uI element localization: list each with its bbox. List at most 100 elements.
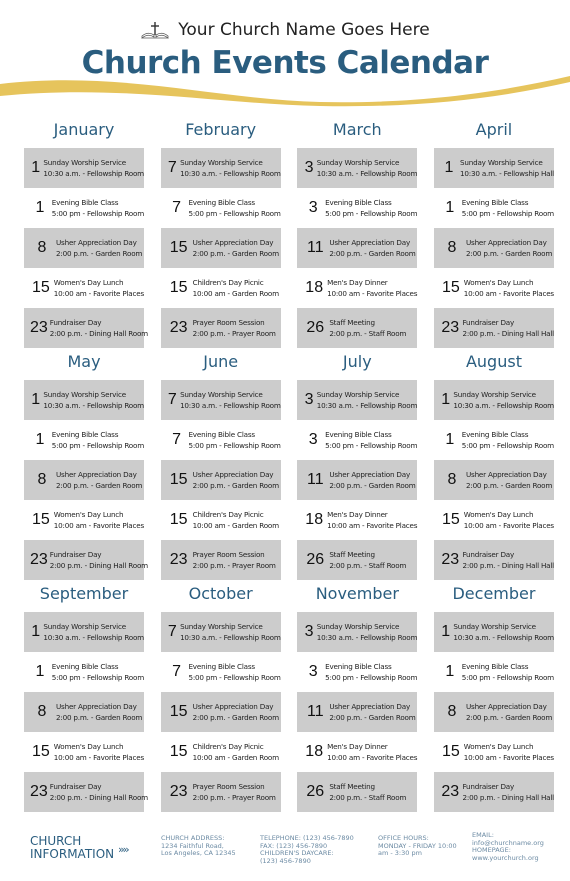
event-item: 1 Sunday Worship Service 10:30 a.m. - Fell… (24, 612, 144, 652)
event-day: 15 (169, 743, 188, 760)
event-text: Men's Day Dinner 10:00 am - Favorite Plac… (327, 741, 417, 763)
month-row: May 1 Sunday Worship Service 10:30 a.m. - F… (24, 342, 554, 580)
event-detail: 10:30 a.m. - Fellowship Room (316, 401, 418, 410)
event-title: Usher Appreciation Day (192, 238, 274, 247)
event-day: 15 (441, 279, 460, 296)
event-item: 1 Evening Bible Class 5:00 pm - Fellowship… (434, 420, 554, 460)
event-text: Evening Bible Class 5:00 pm - Fellowship … (325, 661, 417, 683)
event-title: Usher Appreciation Day (56, 238, 137, 247)
event-item: 7 Sunday Worship Service 10:30 a.m. - Fell… (160, 612, 281, 652)
event-text: Women's Day Lunch 10:00 am - Favorite Pla… (464, 277, 554, 299)
event-text: Fundraiser Day 2:00 p.m. - Dining Hall Ha… (462, 317, 554, 339)
event-title: Usher Appreciation Day (465, 702, 547, 711)
event-text: Fundraiser Day 2:00 p.m. - Dining Hall Ha… (462, 549, 554, 571)
event-text: Fundraiser Day 2:00 p.m. - Dining Hall Ro… (50, 317, 148, 339)
event-title: Women's Day Lunch (53, 278, 124, 287)
event-item: 8 Usher Appreciation Day 2:00 p.m. - Garde… (433, 460, 554, 500)
event-detail: 5:00 pm - Fellowship Room (188, 673, 281, 682)
event-day: 1 (445, 199, 455, 216)
homepage-link[interactable]: www.yourchurch.org (472, 854, 544, 863)
event-day: 7 (172, 663, 181, 680)
event-title: Women's Day Lunch (463, 742, 534, 751)
event-detail: 2:00 p.m. - Garden Room (56, 249, 143, 258)
daycare-phone: (123) 456-7890 (260, 856, 311, 865)
month-name: December (452, 583, 536, 603)
event-title: Usher Appreciation Day (56, 470, 137, 479)
event-title: Children's Day Picnic (192, 742, 264, 751)
event-detail: 10:30 a.m. - Fellowship Room (43, 633, 144, 642)
event-day: 8 (447, 471, 457, 488)
event-item: 1 Sunday Worship Service 10:30 a.m. - Fell… (24, 380, 144, 420)
event-title: Evening Bible Class (188, 430, 255, 439)
event-day: 26 (306, 319, 325, 336)
event-item: 15 Children's Day Picnic 10:00 am - Garden… (161, 500, 281, 540)
event-detail: 10:30 a.m. - Fellowship Room (316, 633, 418, 642)
bible-cross-icon (141, 22, 169, 39)
event-detail: 10:30 a.m. - Fellowship Room (43, 169, 144, 178)
event-item: 15 Women's Day Lunch 10:00 am - Favorite P… (434, 732, 554, 772)
event-title: Usher Appreciation Day (329, 470, 410, 479)
event-title: Sunday Worship Service (453, 622, 536, 631)
event-title: Evening Bible Class (325, 430, 392, 439)
event-item: 1 Sunday Worship Service 10:30 a.m. - Fell… (433, 380, 554, 420)
event-text: Usher Appreciation Day 2:00 p.m. - Garden… (466, 469, 552, 491)
event-day: 15 (169, 703, 188, 720)
event-day: 7 (167, 391, 177, 408)
event-detail: 10:00 am - Garden Room (192, 753, 279, 762)
event-item: 8 Usher Appreciation Day 2:00 p.m. - Garde… (24, 460, 144, 500)
event-text: Sunday Worship Service 10:30 a.m. - Fello… (43, 157, 144, 179)
event-detail: 5:00 pm - Fellowship Room (461, 441, 554, 450)
event-text: Evening Bible Class 5:00 pm - Fellowship … (325, 197, 417, 219)
event-title: Staff Meeting (329, 318, 375, 327)
event-day: 26 (306, 783, 325, 800)
event-title: Usher Appreciation Day (465, 238, 547, 247)
event-detail: 10:30 a.m. - Fellowship Room (180, 633, 281, 642)
event-text: Fundraiser Day 2:00 p.m. - Dining Hall Ha… (462, 781, 554, 803)
event-title: Women's Day Lunch (53, 742, 124, 751)
event-detail: 5:00 pm - Fellowship Room (461, 209, 554, 218)
month-name: February (185, 119, 257, 139)
event-item: 1 Sunday Worship Service 10:30 a.m. - Fell… (433, 148, 554, 188)
event-detail: 2:00 p.m. - Prayer Room (192, 329, 276, 338)
event-day: 23 (169, 783, 188, 800)
event-day: 3 (308, 431, 318, 448)
month-name: April (475, 119, 513, 139)
event-title: Prayer Room Session (192, 782, 265, 791)
chevrons-right-icon: ›››› (118, 843, 130, 856)
month-name: November (315, 583, 399, 603)
event-day: 3 (304, 391, 314, 408)
event-day: 1 (445, 663, 455, 680)
event-text: Usher Appreciation Day 2:00 p.m. - Garden… (193, 237, 279, 259)
event-day: 7 (167, 623, 177, 640)
event-day: 8 (447, 703, 457, 720)
event-detail: 2:00 p.m. - Dining Hall Hall (462, 329, 554, 338)
event-day: 23 (441, 551, 460, 568)
event-text: Staff Meeting 2:00 p.m. - Staff Room (329, 317, 406, 339)
month-block: December 1 Sunday Worship Service 10:30 a.m… (433, 574, 554, 812)
event-item: 1 Evening Bible Class 5:00 pm - Fellowship… (434, 652, 554, 692)
event-day: 15 (169, 279, 188, 296)
event-item: 15 Women's Day Lunch 10:00 am - Favorite P… (434, 500, 554, 540)
event-day: 15 (169, 511, 188, 528)
event-day: 1 (35, 663, 45, 680)
event-detail: 5:00 pm - Fellowship Room (188, 441, 281, 450)
church-name: Your Church Name Goes Here (178, 20, 430, 40)
event-item: 15 Children's Day Picnic 10:00 am - Garden… (161, 732, 281, 772)
event-item: 15 Women's Day Lunch 10:00 am - Favorite P… (24, 732, 144, 772)
event-text: Usher Appreciation Day 2:00 p.m. - Garden… (466, 237, 552, 259)
event-detail: 10:00 am - Garden Room (192, 521, 279, 530)
event-title: Fundraiser Day (49, 318, 102, 327)
event-item: 3 Sunday Worship Service 10:30 a.m. - Fell… (297, 148, 418, 188)
church-name-row: Your Church Name Goes Here (0, 20, 570, 40)
event-title: Fundraiser Day (462, 782, 515, 791)
event-text: Sunday Worship Service 10:30 a.m. - Fello… (317, 389, 418, 411)
event-text: Evening Bible Class 5:00 pm - Fellowship … (52, 429, 144, 451)
event-detail: 5:00 pm - Fellowship Room (51, 209, 144, 218)
event-text: Staff Meeting 2:00 p.m. - Staff Room (329, 781, 406, 803)
event-title: Sunday Worship Service (316, 158, 400, 167)
event-item: 8 Usher Appreciation Day 2:00 p.m. - Garde… (433, 692, 554, 732)
event-title: Evening Bible Class (51, 662, 119, 671)
event-text: Usher Appreciation Day 2:00 p.m. - Garden… (193, 469, 279, 491)
event-title: Usher Appreciation Day (192, 470, 274, 479)
month-name: January (53, 119, 115, 139)
